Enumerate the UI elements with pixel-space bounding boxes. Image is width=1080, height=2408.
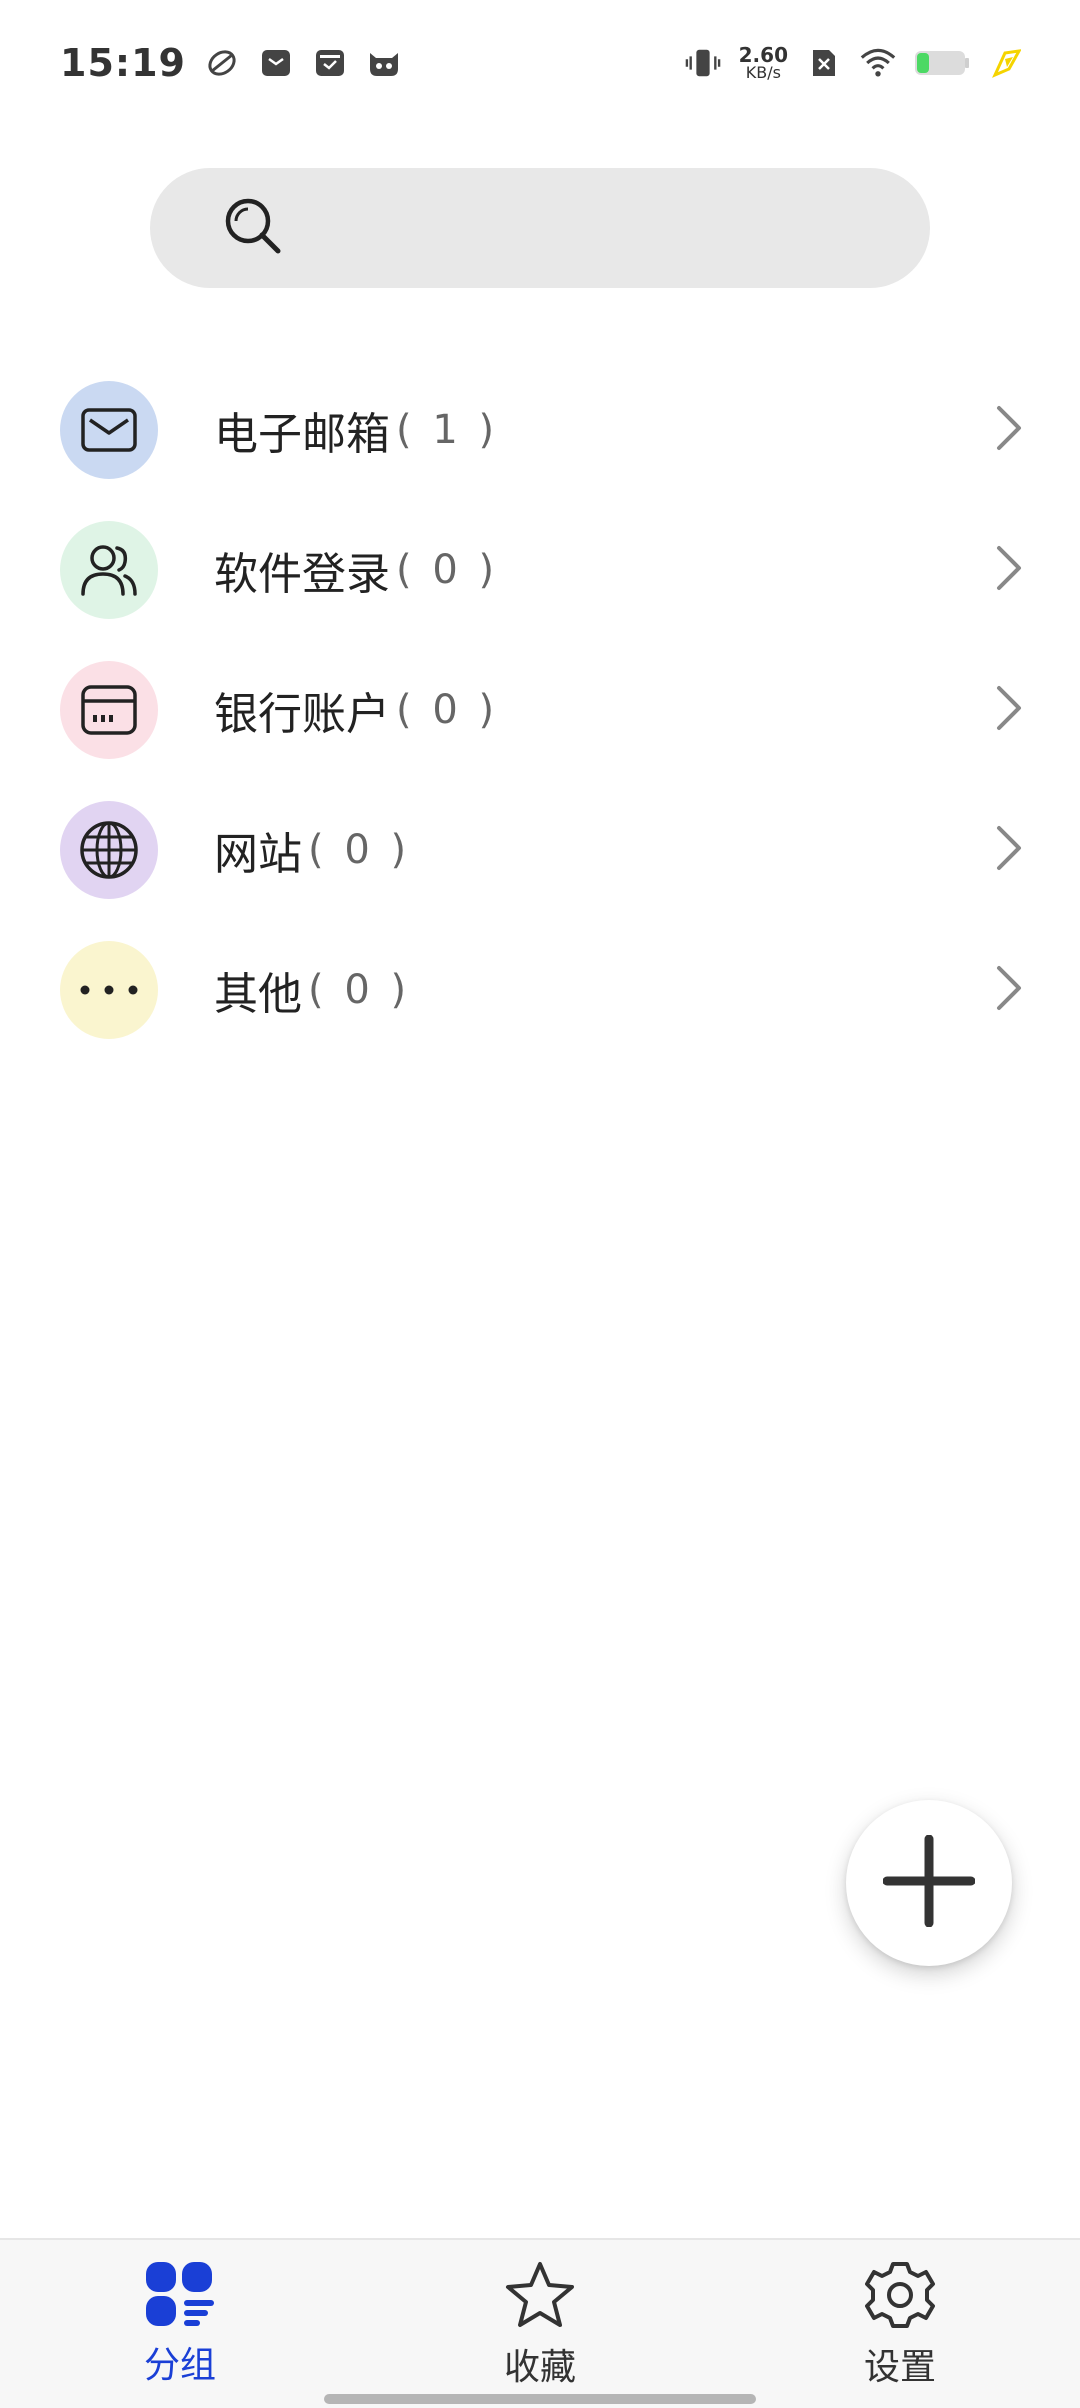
status-bar: 15:19 2.60 KB/s: [0, 0, 1080, 126]
card-icon: [60, 661, 158, 759]
charging-icon: [988, 45, 1024, 81]
star-icon: [503, 2260, 577, 2334]
search-icon: [222, 195, 284, 261]
category-label: 电子邮箱: [214, 409, 390, 460]
network-speed: 2.60 KB/s: [739, 45, 788, 81]
category-item-other[interactable]: 其他 ( 0 ): [0, 920, 1080, 1060]
message-notification-icon: [258, 45, 294, 81]
category-count: ( 0 ): [308, 967, 411, 1013]
battery-icon: [914, 45, 970, 81]
plus-icon: [882, 1834, 976, 1931]
tab-favorites[interactable]: 收藏: [420, 2260, 660, 2390]
chevron-right-icon: [994, 824, 1024, 876]
category-item-website[interactable]: 网站 ( 0 ): [0, 780, 1080, 920]
category-item-email[interactable]: 电子邮箱 ( 1 ): [0, 360, 1080, 500]
category-list: 电子邮箱 ( 1 ) 软件登录 ( 0 ) 银行账户 ( 0 ) 网站 (0 …: [0, 360, 1080, 1060]
chevron-right-icon: [994, 544, 1024, 596]
category-count: ( 0 ): [396, 547, 499, 593]
globe-icon: [60, 801, 158, 899]
chevron-right-icon: [994, 964, 1024, 1016]
category-label: 其他: [214, 969, 302, 1020]
calendar-notification-icon: [312, 45, 348, 81]
category-count: ( 0 ): [308, 827, 411, 873]
category-item-bank-account[interactable]: 银行账户 ( 0 ): [0, 640, 1080, 780]
tab-label: 分组: [143, 2345, 216, 2386]
tab-label: 收藏: [503, 2347, 576, 2388]
category-label: 网站: [214, 829, 302, 880]
groups-icon: [144, 2260, 216, 2332]
status-right: 2.60 KB/s: [685, 45, 1024, 81]
status-left: 15:19: [60, 41, 402, 85]
chevron-right-icon: [994, 404, 1024, 456]
category-count: ( 0 ): [396, 687, 499, 733]
users-icon: [60, 521, 158, 619]
network-speed-unit: KB/s: [745, 63, 781, 82]
status-time: 15:19: [60, 41, 186, 85]
gear-icon: [864, 2260, 936, 2334]
wifi-icon: [860, 45, 896, 81]
tab-settings[interactable]: 设置: [780, 2260, 1020, 2390]
network-speed-value: 2.60: [738, 43, 788, 67]
app-notification-icon: [204, 45, 240, 81]
category-label: 银行账户: [214, 689, 390, 740]
home-indicator[interactable]: [324, 2394, 756, 2404]
tab-groups[interactable]: 分组: [60, 2260, 300, 2388]
search-bar[interactable]: [150, 168, 930, 288]
no-sim-icon: [806, 45, 842, 81]
vibrate-icon: [685, 45, 721, 81]
tab-label: 设置: [863, 2347, 936, 2388]
category-count: ( 1 ): [396, 407, 499, 453]
more-icon: [60, 941, 158, 1039]
bottom-navigation: 分组 收藏 设置: [0, 2238, 1080, 2408]
category-item-software-login[interactable]: 软件登录 ( 0 ): [0, 500, 1080, 640]
add-button[interactable]: [846, 1800, 1012, 1966]
cat-app-notification-icon: [366, 45, 402, 81]
chevron-right-icon: [994, 684, 1024, 736]
search-input[interactable]: [308, 207, 868, 249]
mail-icon: [60, 381, 158, 479]
app-screen: 15:19 2.60 KB/s 电子邮箱 (1) 软件登录 (0) 银行…: [0, 0, 1080, 2408]
category-label: 软件登录: [214, 549, 390, 600]
